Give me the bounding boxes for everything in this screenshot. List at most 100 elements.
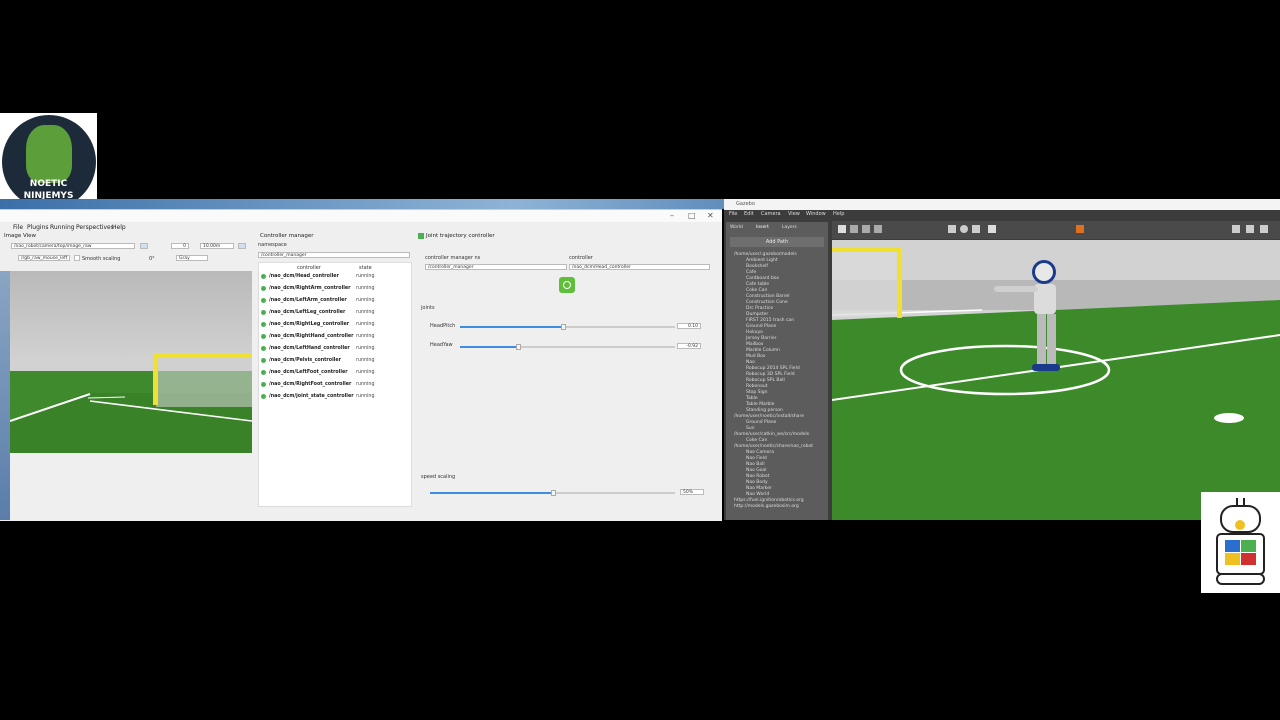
tree-item[interactable]: Mud Box (746, 354, 765, 359)
tab-layers[interactable]: Layers (782, 225, 797, 230)
tree-item[interactable]: Construction Barrel (746, 294, 789, 299)
slider-knob[interactable] (516, 344, 522, 350)
menu-file[interactable]: File (13, 224, 23, 231)
table-row[interactable]: /nao_dcm/LeftArm_controller running (259, 296, 411, 306)
tree-item[interactable]: Robonaut (746, 384, 768, 389)
tree-item[interactable]: Stop Sign (746, 390, 767, 395)
table-row[interactable]: /nao_dcm/Head_controller running (259, 272, 411, 282)
tree-item[interactable]: Robocup 3D SPL Field (746, 372, 795, 377)
column-state[interactable]: state (359, 265, 372, 271)
video-icon[interactable] (1260, 225, 1268, 233)
joint-value[interactable]: -0.92 (677, 343, 701, 349)
table-row[interactable]: /nao_dcm/RightFoot_controller running (259, 380, 411, 390)
table-row[interactable]: /nao_dcm/LeftHand_controller running (259, 344, 411, 354)
menu-view[interactable]: View (788, 211, 800, 217)
menu-window[interactable]: Window (806, 211, 826, 217)
screenshot-icon[interactable] (1232, 225, 1240, 233)
tree-item[interactable]: Ground Plane (746, 420, 776, 425)
mouse-topic-field[interactable]: /rgb_raw_mouse_left (18, 255, 70, 261)
joint-slider[interactable] (460, 324, 675, 330)
cylinder-icon[interactable] (972, 225, 980, 233)
tree-item[interactable]: Cafe table (746, 282, 769, 287)
close-button[interactable]: ✕ (707, 211, 714, 220)
tree-item[interactable]: Ground Plane (746, 324, 776, 329)
table-row[interactable]: /nao_dcm/LeftLeg_controller running (259, 308, 411, 318)
table-row[interactable]: /nao_dcm/joint_state_controller running (259, 392, 411, 402)
image-topic-select[interactable]: /nao_robot/camera/top/image_raw (11, 243, 135, 249)
tree-item[interactable]: Nao Body (746, 480, 768, 485)
tree-folder[interactable]: /home/user/.gazebo/models (734, 252, 797, 257)
table-row[interactable]: /nao_dcm/Pelvis_controller running (259, 356, 411, 366)
tree-item[interactable]: Standing person (746, 408, 783, 413)
value-spinbox[interactable]: 0 (171, 243, 189, 249)
tree-folder[interactable]: http://models.gazebosim.org (734, 504, 799, 509)
menu-plugins[interactable]: Plugins (27, 224, 49, 231)
tree-item[interactable]: Marble Column (746, 348, 780, 353)
tab-world[interactable]: World (730, 225, 743, 230)
select-icon[interactable] (838, 225, 846, 233)
tree-item[interactable]: Bookshelf (746, 264, 768, 269)
rotation-label[interactable]: 0° (149, 256, 155, 262)
rotate-icon[interactable] (862, 225, 870, 233)
menu-edit[interactable]: Edit (744, 211, 754, 217)
tree-item[interactable]: Nao Robot (746, 474, 769, 479)
cm-ns-select[interactable]: /controller_manager (425, 264, 567, 270)
menu-running[interactable]: Running (50, 224, 75, 231)
table-row[interactable]: /nao_dcm/RightHand_controller running (259, 332, 411, 342)
tree-item[interactable]: Robocup 2014 SPL Field (746, 366, 800, 371)
tree-item[interactable]: Nao Goal (746, 468, 767, 473)
add-path-button[interactable]: Add Path (730, 237, 824, 247)
tree-folder[interactable]: /home/user/catkin_ws/src/models (734, 432, 809, 437)
sphere-icon[interactable] (960, 225, 968, 233)
tree-folder[interactable]: /home/user/noetic/install/share (734, 414, 804, 419)
table-row[interactable]: /nao_dcm/LeftFoot_controller running (259, 368, 411, 378)
tree-item[interactable]: Nao Marker (746, 486, 772, 491)
tree-folder[interactable]: /home/user/noetic/share/nao_robot (734, 444, 813, 449)
tree-item[interactable]: Nao World (746, 492, 769, 497)
namespace-select[interactable]: /controller_manager (258, 252, 410, 258)
menu-help[interactable]: Help (833, 211, 844, 217)
tree-folder[interactable]: https://fuel.ignitionrobotics.org (734, 498, 804, 503)
box-icon[interactable] (948, 225, 956, 233)
plot-icon[interactable] (1246, 225, 1254, 233)
refresh-icon[interactable] (140, 243, 148, 249)
tree-item[interactable]: Table Marble (746, 402, 774, 407)
tree-item[interactable]: Ambient Light (746, 258, 778, 263)
color-select[interactable]: Gray (176, 255, 208, 261)
menu-file[interactable]: File (729, 211, 737, 217)
menu-perspectives[interactable]: Perspectives (76, 224, 114, 231)
scale-icon[interactable] (874, 225, 882, 233)
tree-item[interactable]: Nao Field (746, 456, 767, 461)
speed-slider[interactable] (430, 490, 675, 496)
tree-item[interactable]: Jersey Barrier (746, 336, 777, 341)
zoom-spinbox[interactable]: 10.00m (200, 243, 234, 249)
joint-slider[interactable] (460, 344, 675, 350)
slider-knob[interactable] (561, 324, 567, 330)
slider-knob[interactable] (550, 490, 556, 496)
table-row[interactable]: /nao_dcm/RightArm_controller running (259, 284, 411, 294)
gazebo-3d-view[interactable] (832, 240, 1280, 520)
tree-item[interactable]: FIRST 2015 trash can (746, 318, 794, 323)
controller-select[interactable]: /nao_dcm/Head_controller (569, 264, 710, 270)
tree-item[interactable]: Cafe (746, 270, 756, 275)
menu-help[interactable]: Help (112, 224, 126, 231)
tree-item[interactable]: Dumpster (746, 312, 768, 317)
tree-item[interactable]: Nao Camera (746, 450, 774, 455)
tree-item[interactable]: Nao (746, 360, 755, 365)
column-controller[interactable]: controller (297, 265, 321, 271)
tree-item[interactable]: Sun (746, 426, 755, 431)
light-icon[interactable] (988, 225, 996, 233)
joint-value[interactable]: 0.10 (677, 323, 701, 329)
record-icon[interactable] (1076, 225, 1084, 233)
tree-item[interactable]: Robocup SPL Ball (746, 378, 785, 383)
tree-item[interactable]: Coke Can (746, 438, 767, 443)
smooth-checkbox[interactable] (74, 255, 80, 261)
speed-value[interactable]: 50% (680, 489, 704, 495)
maximize-button[interactable]: □ (688, 211, 696, 220)
minimize-button[interactable]: – (670, 211, 674, 220)
tree-item[interactable]: Cardboard box (746, 276, 779, 281)
translate-icon[interactable] (850, 225, 858, 233)
tree-item[interactable]: Coke Can (746, 288, 767, 293)
enable-button[interactable] (559, 277, 575, 293)
tree-item[interactable]: Nao Ball (746, 462, 765, 467)
